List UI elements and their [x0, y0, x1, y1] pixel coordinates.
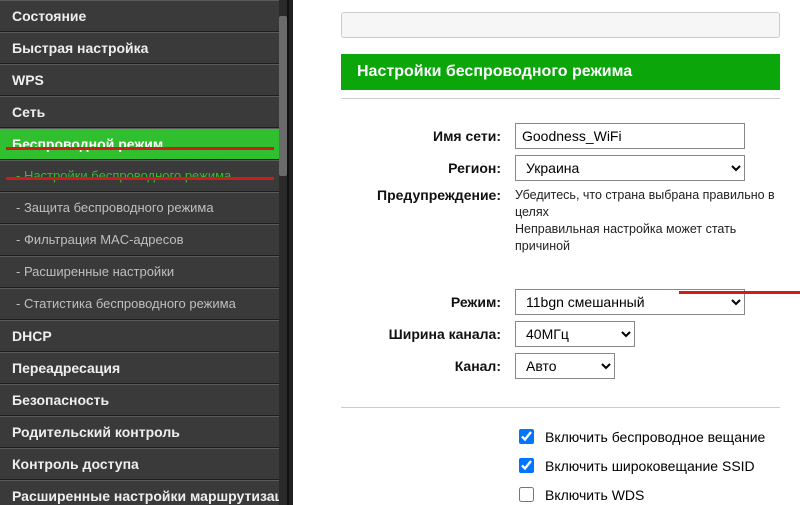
- section-title: Настройки беспроводного режима: [341, 54, 780, 90]
- section-rule: [341, 98, 780, 99]
- main-content: Настройки беспроводного режима Имя сети:…: [293, 0, 800, 505]
- sidebar-item-wl-stats[interactable]: - Статистика беспроводного режима: [0, 288, 287, 320]
- section-rule: [341, 407, 780, 408]
- annotation-underline-mode: [679, 291, 800, 294]
- scrollbar-thumb[interactable]: [279, 16, 287, 176]
- sidebar-item-routing[interactable]: Расширенные настройки маршрутизации: [0, 480, 287, 505]
- channel-width-select[interactable]: 40МГц: [515, 321, 635, 347]
- checkbox-row-enable-wireless: Включить беспроводное вещание: [515, 426, 780, 447]
- checkbox-row-enable-ssid-bc: Включить широковещание SSID: [515, 455, 780, 476]
- sidebar: Состояние Быстрая настройка WPS Сеть Бес…: [0, 0, 289, 505]
- enable-wds-label: Включить WDS: [545, 487, 644, 503]
- checkbox-row-enable-wds: Включить WDS: [515, 484, 780, 505]
- sidebar-item-quick-setup[interactable]: Быстрая настройка: [0, 32, 287, 64]
- warning-text: Убедитесь, что страна выбрана правильно …: [515, 187, 780, 255]
- sidebar-item-access[interactable]: Контроль доступа: [0, 448, 287, 480]
- header-placeholder: [341, 12, 780, 38]
- annotation-underline: [6, 147, 274, 150]
- channel-select[interactable]: Авто: [515, 353, 615, 379]
- sidebar-item-wl-macfilter[interactable]: - Фильтрация MAC-адресов: [0, 224, 287, 256]
- label-channel: Канал:: [341, 358, 501, 374]
- sidebar-item-parental[interactable]: Родительский контроль: [0, 416, 287, 448]
- sidebar-item-wl-settings[interactable]: - Настройки беспроводного режима: [0, 160, 287, 192]
- sidebar-item-wl-advanced[interactable]: - Расширенные настройки: [0, 256, 287, 288]
- label-region: Регион:: [341, 160, 501, 176]
- enable-wireless-checkbox[interactable]: [519, 429, 534, 444]
- label-ssid: Имя сети:: [341, 128, 501, 144]
- sidebar-item-security[interactable]: Безопасность: [0, 384, 287, 416]
- sidebar-item-wireless[interactable]: Беспроводной режим: [0, 128, 287, 160]
- sidebar-item-wps[interactable]: WPS: [0, 64, 287, 96]
- label-channel-width: Ширина канала:: [341, 326, 501, 342]
- sidebar-item-forwarding[interactable]: Переадресация: [0, 352, 287, 384]
- enable-wds-checkbox[interactable]: [519, 487, 534, 502]
- sidebar-scrollbar[interactable]: [279, 0, 287, 505]
- sidebar-item-wl-security[interactable]: - Защита беспроводного режима: [0, 192, 287, 224]
- sidebar-item-network[interactable]: Сеть: [0, 96, 287, 128]
- label-mode: Режим:: [341, 294, 501, 310]
- sidebar-item-dhcp[interactable]: DHCP: [0, 320, 287, 352]
- region-select[interactable]: Украина: [515, 155, 745, 181]
- sidebar-item-status[interactable]: Состояние: [0, 0, 287, 32]
- enable-ssid-bc-label: Включить широковещание SSID: [545, 458, 755, 474]
- enable-ssid-bc-checkbox[interactable]: [519, 458, 534, 473]
- wireless-settings-form: Имя сети: Регион: Украина Предупреждение…: [341, 123, 780, 379]
- label-warning: Предупреждение:: [341, 187, 501, 203]
- ssid-input[interactable]: [515, 123, 745, 149]
- enable-wireless-label: Включить беспроводное вещание: [545, 429, 765, 445]
- annotation-underline: [6, 177, 274, 180]
